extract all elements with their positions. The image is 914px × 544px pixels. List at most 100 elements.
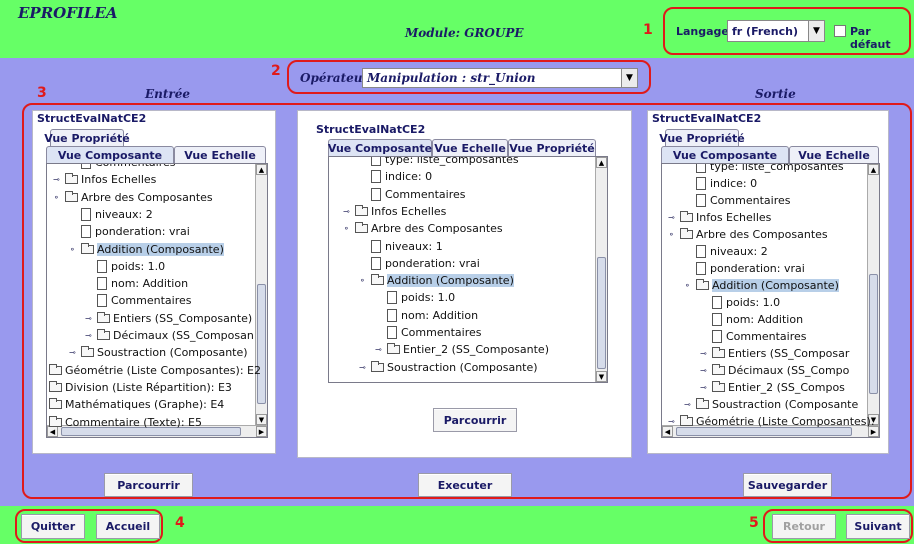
tree-node[interactable]: Géométrie (Liste Composantes): E2 [49, 362, 261, 379]
home-button[interactable]: Accueil [96, 514, 160, 539]
tree-node[interactable]: nom: Addition [700, 311, 803, 328]
tab-scale[interactable]: Vue Echelle [789, 146, 879, 163]
tree-node[interactable]: ⚬ Arbre des Composantes [343, 220, 503, 237]
tree-node[interactable]: ⚬ Arbre des Composantes [53, 189, 213, 206]
tab-component[interactable]: Vue Composante [661, 146, 789, 163]
collapse-toggle-icon[interactable]: ⊸ [375, 345, 387, 354]
tree-node[interactable]: ⊸ Infos Echelles [668, 209, 771, 226]
expand-toggle-icon[interactable]: ⚬ [69, 245, 81, 254]
collapse-toggle-icon[interactable]: ⊸ [85, 314, 97, 323]
tree-node[interactable]: niveaux: 2 [69, 206, 153, 223]
scroll-down-icon[interactable]: ▼ [256, 414, 267, 425]
tree-node[interactable]: niveaux: 2 [684, 243, 768, 260]
scroll-thumb[interactable] [257, 284, 266, 404]
back-button[interactable]: Retour [772, 514, 836, 539]
browse-input-button[interactable]: Parcourrir [104, 473, 193, 497]
collapse-toggle-icon[interactable]: ⊸ [53, 175, 65, 184]
tab-properties[interactable]: Vue Propriété [44, 129, 130, 146]
collapse-toggle-icon[interactable]: ⊸ [668, 417, 680, 426]
tree-node[interactable]: ⊸ Infos Echelles [343, 203, 446, 220]
expand-toggle-icon[interactable]: ⚬ [684, 281, 696, 290]
collapse-toggle-icon[interactable]: ⊸ [684, 400, 696, 409]
collapse-toggle-icon[interactable]: ⊸ [359, 363, 371, 372]
tree-node[interactable]: nom: Addition [85, 275, 188, 292]
tree-node[interactable]: Commentaires [359, 186, 465, 203]
expand-toggle-icon[interactable]: ⚬ [668, 230, 680, 239]
execute-button[interactable]: Executer [418, 473, 512, 497]
tree-node[interactable]: Commentaire (Texte): E5 [49, 414, 202, 431]
scroll-thumb[interactable] [597, 257, 606, 369]
operator-tree[interactable]: ▲ ▼ type: liste_composantes indice: 0 Comm… [328, 156, 608, 383]
expand-toggle-icon[interactable]: ⚬ [343, 224, 355, 233]
tree-node[interactable]: indice: 0 [359, 168, 432, 185]
scroll-up-icon[interactable]: ▲ [256, 164, 267, 175]
expand-toggle-icon[interactable]: ⚬ [53, 193, 65, 202]
tree-node[interactable]: indice: 0 [684, 175, 757, 192]
chevron-down-icon[interactable]: ▼ [621, 69, 637, 87]
scroll-down-icon[interactable]: ▼ [596, 371, 607, 382]
tree-node[interactable]: ⚬ Addition (Composante) [359, 272, 514, 289]
vertical-scrollbar[interactable]: ▲ ▼ [595, 157, 607, 382]
operator-select[interactable]: Manipulation : str_Union ▼ [362, 68, 638, 88]
next-button[interactable]: Suivant [846, 514, 910, 539]
tree-node[interactable]: Commentaires [85, 292, 191, 309]
tree-node[interactable]: ponderation: vrai [684, 260, 805, 277]
collapse-toggle-icon[interactable]: ⊸ [700, 383, 712, 392]
tree-node[interactable]: Commentaires [69, 164, 175, 171]
collapse-toggle-icon[interactable]: ⊸ [700, 366, 712, 375]
tree-node[interactable]: ⊸ Soustraction (Composante [684, 396, 858, 413]
expand-toggle-icon[interactable]: ⚬ [359, 276, 371, 285]
tree-node[interactable]: nom: Addition [375, 307, 478, 324]
tab-component[interactable]: Vue Composante [328, 139, 432, 156]
tree-node[interactable]: ponderation: vrai [359, 255, 480, 272]
tree-node[interactable]: ⊸ Entiers (SS_Composante) [85, 310, 252, 327]
vertical-scrollbar[interactable]: ▲ ▼ [255, 164, 267, 425]
tree-node[interactable]: ⊸ Infos Echelles [53, 171, 156, 188]
tree-node[interactable]: ⚬ Arbre des Composantes [668, 226, 828, 243]
tree-node[interactable]: niveaux: 1 [359, 238, 443, 255]
tree-node[interactable]: type: liste_composantes [684, 164, 844, 175]
collapse-toggle-icon[interactable]: ⊸ [668, 213, 680, 222]
tab-scale[interactable]: Vue Echelle [174, 146, 266, 163]
collapse-toggle-icon[interactable]: ⊸ [700, 349, 712, 358]
tree-node[interactable]: ⊸ Soustraction (Composante) [359, 359, 538, 376]
chevron-down-icon[interactable]: ▼ [808, 21, 824, 41]
tree-node[interactable]: type: liste_composantes [359, 157, 519, 168]
tree-node[interactable]: poids: 1.0 [85, 258, 165, 275]
tree-node[interactable]: Commentaires [684, 192, 790, 209]
output-tree[interactable]: ▲ ▼ ◀ ▶ type: liste_composantes indice: 0… [661, 163, 880, 438]
tree-node[interactable]: ⊸ Soustraction (Composante) [69, 344, 248, 361]
scroll-right-icon[interactable]: ▶ [256, 426, 267, 437]
tree-node[interactable]: ⊸ Géométrie (Liste Composantes): E [668, 413, 879, 430]
tab-properties[interactable]: Vue Propriété [659, 129, 745, 146]
language-select[interactable]: fr (French) ▼ [727, 20, 825, 42]
collapse-toggle-icon[interactable]: ⊸ [343, 207, 355, 216]
tree-node[interactable]: Commentaires [700, 328, 806, 345]
tree-node[interactable]: poids: 1.0 [700, 294, 780, 311]
tree-node[interactable]: ⚬ Addition (Composante) [684, 277, 839, 294]
tree-node[interactable]: ⊸ Décimaux (SS_Compo [700, 362, 849, 379]
scroll-up-icon[interactable]: ▲ [596, 157, 607, 168]
default-checkbox[interactable] [834, 25, 846, 37]
vertical-scrollbar[interactable]: ▲ ▼ [867, 164, 879, 425]
tree-node[interactable]: Mathématiques (Graphe): E4 [49, 396, 224, 413]
save-button[interactable]: Sauvegarder [743, 473, 832, 497]
tab-properties[interactable]: Vue Propriété [508, 139, 596, 156]
tree-node[interactable]: ⚬ Addition (Composante) [69, 241, 224, 258]
collapse-toggle-icon[interactable]: ⊸ [85, 331, 97, 340]
tree-node[interactable]: poids: 1.0 [375, 289, 455, 306]
tree-node[interactable]: Division (Liste Répartition): E3 [49, 379, 232, 396]
tree-node[interactable]: ⊸ Décimaux (SS_Composan [85, 327, 254, 344]
tree-node[interactable]: Commentaires [375, 324, 481, 341]
browse-operator-button[interactable]: Parcourrir [433, 408, 517, 432]
collapse-toggle-icon[interactable]: ⊸ [69, 348, 81, 357]
tab-scale[interactable]: Vue Echelle [432, 139, 508, 156]
tree-node[interactable]: ⊸ Entiers (SS_Composar [700, 345, 849, 362]
tree-node[interactable]: ponderation: vrai [69, 223, 190, 240]
input-tree[interactable]: ▲ ▼ ◀ ▶ Commentaires⊸Infos Echelles⚬Arbr… [46, 163, 268, 438]
tree-node[interactable]: ⊸ Entier_2 (SS_Compos [700, 379, 845, 396]
quit-button[interactable]: Quitter [21, 514, 85, 539]
scroll-up-icon[interactable]: ▲ [868, 164, 879, 175]
tree-node[interactable]: ⊸ Entier_2 (SS_Composante) [375, 341, 549, 358]
tab-component[interactable]: Vue Composante [46, 146, 174, 163]
